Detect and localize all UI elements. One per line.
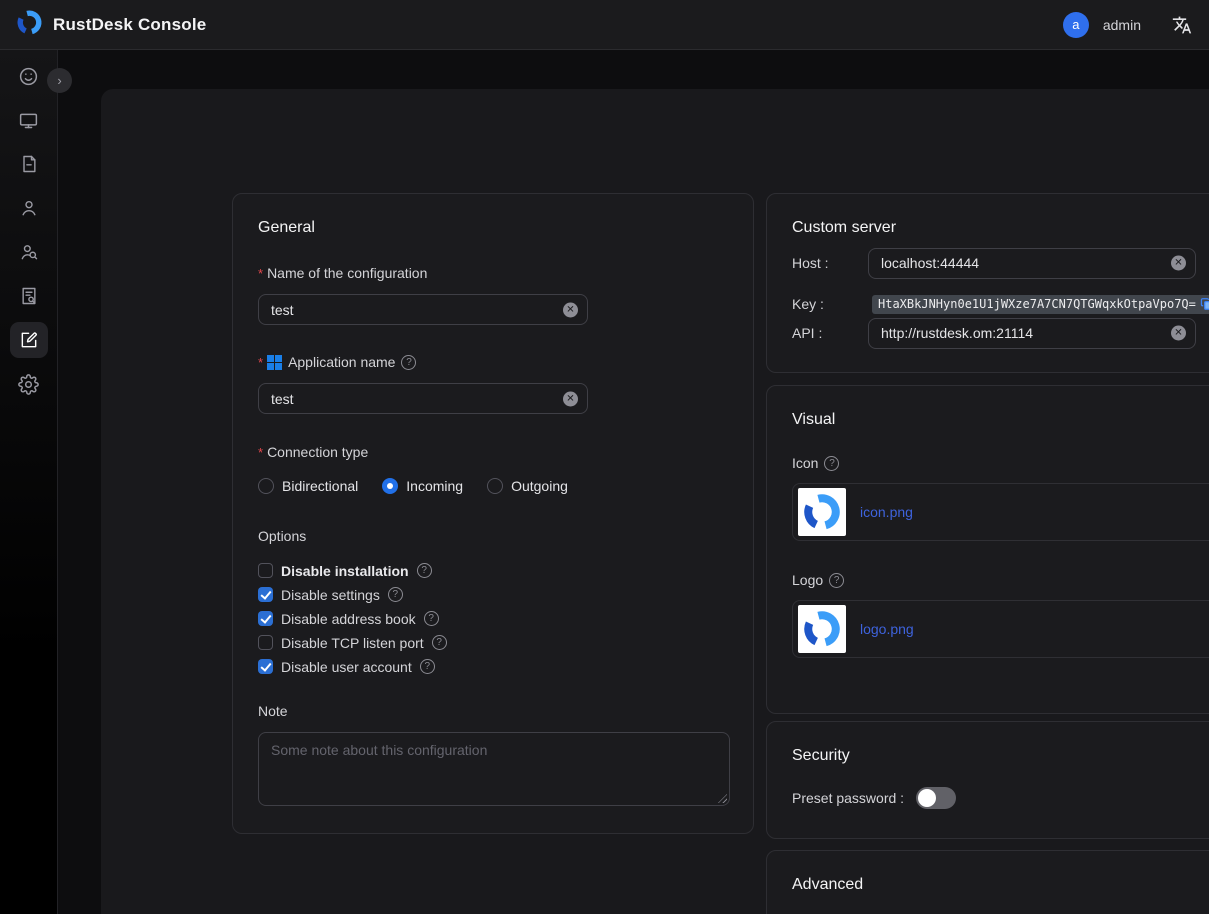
host-input[interactable]: localhost:44444 ✕ <box>868 248 1196 279</box>
username-label[interactable]: admin <box>1103 17 1141 33</box>
general-card: General * Name of the configuration test… <box>232 193 754 834</box>
connection-type-label: * Connection type <box>258 444 728 460</box>
config-name-label: * Name of the configuration <box>258 265 728 281</box>
checkbox-checked-icon[interactable] <box>258 659 273 674</box>
brand[interactable]: RustDesk Console <box>16 9 206 41</box>
checkbox-icon[interactable] <box>258 635 273 650</box>
sidebar-item-audit[interactable] <box>10 278 48 314</box>
rustdesk-logo-icon <box>16 9 43 41</box>
option-disable-user-account[interactable]: Disable user account ? <box>258 658 728 675</box>
resize-handle[interactable] <box>718 794 727 803</box>
main-content-panel: General * Name of the configuration test… <box>101 89 1209 914</box>
preset-password-toggle[interactable] <box>916 787 956 809</box>
radio-outgoing[interactable]: Outgoing <box>487 478 568 494</box>
preset-password-label: Preset password : <box>792 790 904 806</box>
checkbox-checked-icon[interactable] <box>258 611 273 626</box>
advanced-card: Advanced Override settings : Default set… <box>766 850 1209 914</box>
security-card: Security Preset password : <box>766 721 1209 839</box>
translate-icon[interactable] <box>1171 14 1193 36</box>
note-textarea[interactable]: Some note about this configuration <box>258 732 730 806</box>
api-input[interactable]: http://rustdesk.om:21114 ✕ <box>868 318 1196 349</box>
checkbox-checked-icon[interactable] <box>258 587 273 602</box>
user-icon <box>19 198 39 218</box>
help-icon[interactable]: ? <box>417 563 432 578</box>
connection-type-radio-group: Bidirectional Incoming Outgoing <box>258 478 728 494</box>
user-avatar[interactable]: a <box>1063 12 1089 38</box>
audit-log-icon <box>19 286 39 306</box>
smiley-dashboard-icon <box>18 66 39 87</box>
note-label: Note <box>258 703 728 719</box>
icon-file-link[interactable]: icon.png <box>860 504 913 520</box>
api-label: API : <box>792 325 822 341</box>
help-icon[interactable]: ? <box>432 635 447 650</box>
monitor-devices-icon <box>18 110 39 131</box>
sidebar-item-devices[interactable] <box>10 102 48 138</box>
option-disable-tcp-listen-port[interactable]: Disable TCP listen port ? <box>258 634 728 651</box>
app-name-input[interactable]: test ✕ <box>258 383 588 414</box>
sidebar-item-users[interactable] <box>10 190 48 226</box>
security-title: Security <box>792 747 1209 765</box>
top-header: RustDesk Console a admin <box>0 0 1209 50</box>
help-icon[interactable]: ? <box>401 355 416 370</box>
logo-label: Logo ? <box>792 572 1209 588</box>
visual-title: Visual <box>792 411 1209 429</box>
custom-server-card: Custom server Host : localhost:44444 ✕ K… <box>766 193 1209 373</box>
custom-server-title: Custom server <box>792 219 1209 237</box>
help-icon[interactable]: ? <box>829 573 844 588</box>
options-label: Options <box>258 528 728 544</box>
help-icon[interactable]: ? <box>824 456 839 471</box>
user-group-icon <box>19 242 39 262</box>
radio-checked-icon[interactable] <box>382 478 398 494</box>
logo-file-row: logo.png <box>792 600 1209 658</box>
key-value: HtaXBkJNHyn0e1U1jWXze7A7CN7QTGWqxkOtpaVp… <box>878 297 1196 311</box>
help-icon[interactable]: ? <box>420 659 435 674</box>
icon-label: Icon ? <box>792 455 1209 471</box>
advanced-title: Advanced <box>792 876 1209 894</box>
host-label: Host : <box>792 255 829 271</box>
edit-configurations-icon <box>19 330 39 350</box>
rustdesk-console-app: RustDesk Console a admin <box>0 0 1209 914</box>
general-card-title: General <box>258 219 728 237</box>
sidebar-expand-button[interactable]: › <box>47 68 72 93</box>
clear-icon[interactable]: ✕ <box>1171 256 1186 271</box>
clear-icon[interactable]: ✕ <box>563 302 578 317</box>
help-icon[interactable]: ? <box>424 611 439 626</box>
config-name-input[interactable]: test ✕ <box>258 294 588 325</box>
clear-icon[interactable]: ✕ <box>1171 326 1186 341</box>
gear-settings-icon <box>18 374 39 395</box>
app-name-label: * Application name ? <box>258 354 728 370</box>
option-disable-settings[interactable]: Disable settings ? <box>258 586 728 603</box>
option-disable-address-book[interactable]: Disable address book ? <box>258 610 728 627</box>
visual-card: Visual Icon ? icon.png Logo ? <box>766 385 1209 714</box>
sidebar-item-documents[interactable] <box>10 146 48 182</box>
sidebar-item-groups[interactable] <box>10 234 48 270</box>
logo-file-link[interactable]: logo.png <box>860 621 914 637</box>
radio-bidirectional[interactable]: Bidirectional <box>258 478 358 494</box>
left-sidebar <box>0 50 58 914</box>
sidebar-item-settings[interactable] <box>10 366 48 402</box>
note-placeholder: Some note about this configuration <box>271 742 487 758</box>
icon-file-thumbnail <box>798 488 846 536</box>
windows-logo-icon <box>267 355 282 370</box>
radio-icon[interactable] <box>258 478 274 494</box>
document-icon <box>19 154 39 174</box>
icon-file-row: icon.png <box>792 483 1209 541</box>
option-disable-installation[interactable]: Disable installation ? <box>258 562 728 579</box>
copy-icon[interactable] <box>1200 297 1209 312</box>
chevron-right-icon: › <box>57 73 61 88</box>
help-icon[interactable]: ? <box>388 587 403 602</box>
clear-icon[interactable]: ✕ <box>563 391 578 406</box>
checkbox-icon[interactable] <box>258 563 273 578</box>
key-label: Key : <box>792 296 824 312</box>
sidebar-item-configurations[interactable] <box>10 322 48 358</box>
radio-incoming[interactable]: Incoming <box>382 478 463 494</box>
key-value-box: HtaXBkJNHyn0e1U1jWXze7A7CN7QTGWqxkOtpaVp… <box>872 295 1209 314</box>
sidebar-item-dashboard[interactable] <box>10 58 48 94</box>
logo-file-thumbnail <box>798 605 846 653</box>
preset-password-row: Preset password : <box>792 787 1209 809</box>
radio-icon[interactable] <box>487 478 503 494</box>
app-title: RustDesk Console <box>53 15 206 35</box>
